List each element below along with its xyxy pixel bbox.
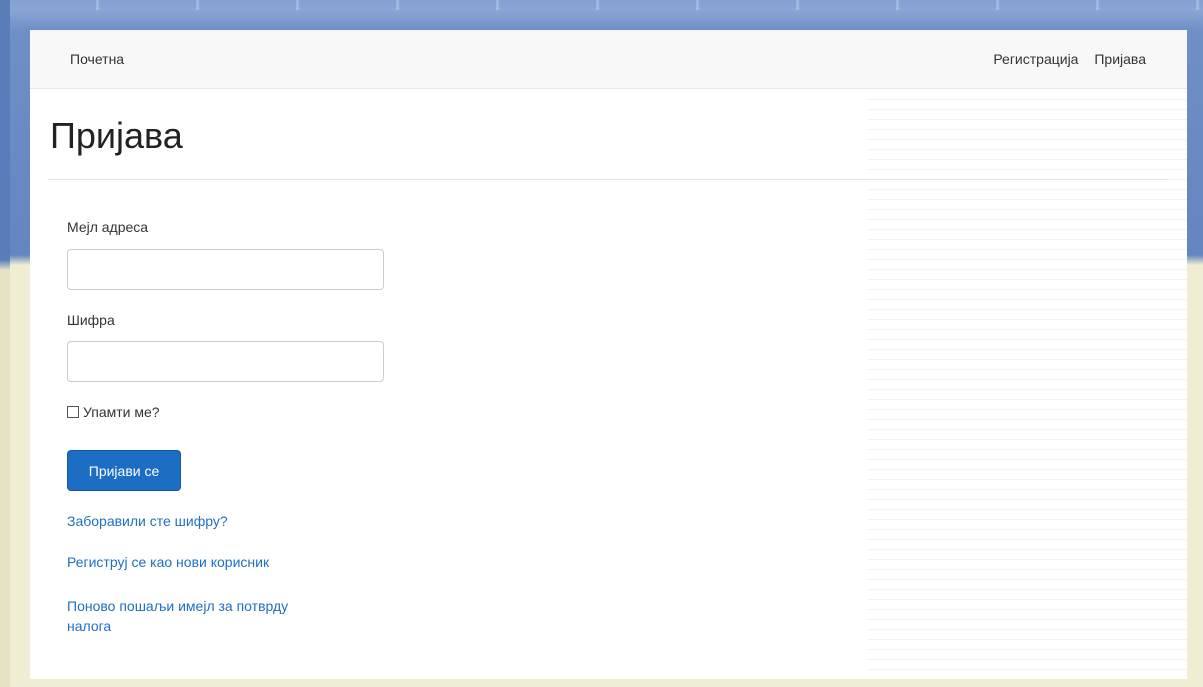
- resend-confirmation-link[interactable]: Поново пошаљи имејл за потврду налога: [67, 596, 288, 636]
- password-field[interactable]: [67, 341, 384, 382]
- resend-confirmation-line2: налога: [67, 618, 112, 634]
- nav-right-links: Регистрација Пријава: [981, 51, 1146, 67]
- email-label: Мејл адреса: [67, 219, 149, 235]
- title-divider: [48, 179, 1168, 180]
- remember-me-checkbox[interactable]: [67, 406, 79, 418]
- remember-me-row: Упамти ме?: [67, 404, 160, 420]
- background-left-edge: [0, 0, 10, 687]
- nav-home-link[interactable]: Почетна: [70, 51, 124, 67]
- background-top-stripe: [0, 0, 1203, 10]
- resend-confirmation-line1: Поново пошаљи имејл за потврду: [67, 598, 289, 614]
- navbar: Почетна Регистрација Пријава: [30, 30, 1187, 89]
- email-field[interactable]: [67, 249, 384, 290]
- login-submit-button[interactable]: Пријави се: [67, 450, 181, 491]
- page-title: Пријава: [50, 115, 183, 156]
- forgot-password-link[interactable]: Заборавили сте шифру?: [67, 511, 228, 531]
- register-new-user-link[interactable]: Региструј се као нови корисник: [67, 552, 269, 572]
- nav-login-link[interactable]: Пријава: [1094, 51, 1146, 67]
- browser-page: Почетна Регистрација Пријава Пријава Меј…: [30, 30, 1187, 679]
- nav-register-link[interactable]: Регистрација: [993, 51, 1078, 67]
- remember-me-label: Упамти ме?: [83, 404, 160, 420]
- password-label: Шифра: [67, 312, 115, 328]
